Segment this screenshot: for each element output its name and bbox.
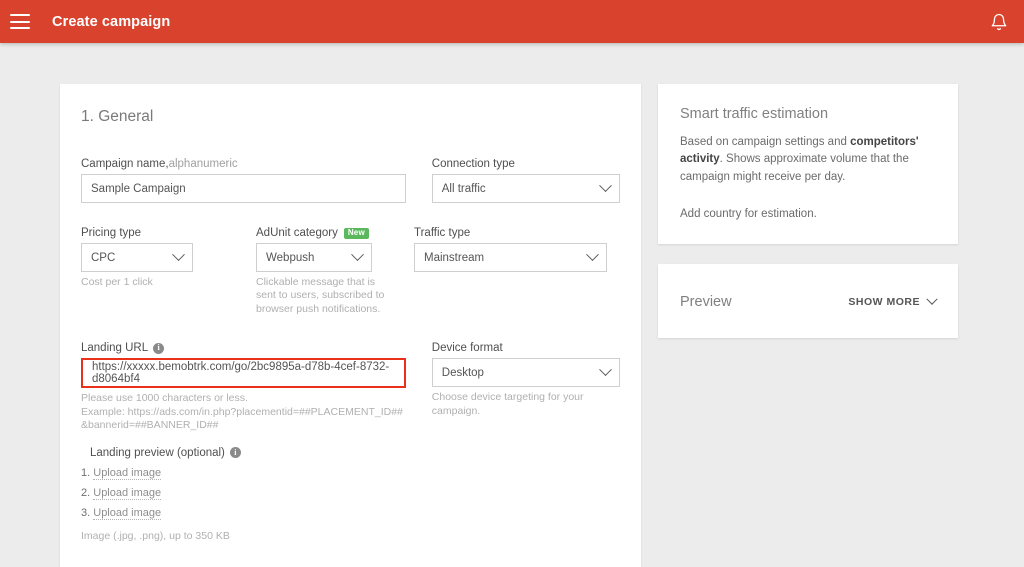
chevron-down-icon [172,248,185,262]
estimation-description: Based on campaign settings and competito… [680,134,936,186]
page-content: 1. General Campaign name, alphanumeric S… [0,43,1024,567]
new-badge: New [343,227,369,239]
traffic-type-label: Traffic type [414,227,471,239]
adunit-category-hint: Clickable message that is sent to users,… [256,276,385,315]
bell-icon[interactable] [986,9,1012,35]
traffic-type-select[interactable]: Mainstream [414,243,607,272]
landing-url-hint-line2: Example: https://ads.com/in.php?placemen… [81,405,403,418]
sidebar: Smart traffic estimation Based on campai… [658,84,958,338]
campaign-name-input[interactable]: Sample Campaign [81,174,406,203]
pricing-type-label: Pricing type [81,227,142,239]
traffic-type-value: Mainstream [424,251,485,264]
preview-title: Preview [680,293,732,310]
hamburger-menu-icon[interactable] [10,14,30,29]
info-icon[interactable]: i [153,342,165,354]
landing-url-input[interactable]: https://xxxxx.bemobtrk.com/go/2bc9895a-d… [81,358,406,389]
campaign-name-label: Campaign name, alphanumeric [81,158,406,170]
chevron-down-icon [351,248,364,262]
adunit-category-label: AdUnit category New [256,227,372,239]
landing-url-hint-line3: &bannerid=##BANNER_ID## [81,419,219,432]
device-format-select[interactable]: Desktop [431,358,620,388]
estimation-text-part1: Based on campaign settings and [680,136,851,148]
chevron-down-icon [586,248,599,262]
section-title: 1. General [81,108,154,125]
pricing-type-value: CPC [91,251,116,264]
estimation-title: Smart traffic estimation [680,106,829,122]
landing-url-hint: Please use 1000 characters or less. Exam… [81,392,406,432]
upload-image-link-3[interactable]: Upload image [93,506,162,520]
landing-url-label: Landing URL i [81,342,406,354]
adunit-category-select[interactable]: Webpush [256,243,372,272]
landing-url-field: Landing URL i https://xxxxx.bemobtrk.com… [81,342,406,432]
page-title: Create campaign [52,13,171,30]
device-format-field: Device format Desktop Choose device targ… [431,342,620,432]
landing-preview-label: Landing preview (optional) i [81,447,620,459]
app-header: Create campaign [0,0,1024,43]
smart-traffic-estimation-card: Smart traffic estimation Based on campai… [658,84,958,244]
landing-preview-label-text: Landing preview (optional) [90,446,225,459]
device-format-label: Device format [431,342,503,355]
upload-image-link-1[interactable]: Upload image [93,466,162,480]
list-item: 2. Upload image [81,486,620,500]
landing-url-label-text: Landing URL [81,342,149,355]
list-item: 3. Upload image [81,506,620,520]
upload-index: 3. [81,506,91,519]
list-item: 1. Upload image [81,466,620,480]
connection-type-field: Connection type All traffic [431,158,620,203]
show-more-label: SHOW MORE [848,295,920,308]
preview-card: Preview SHOW MORE [658,263,958,338]
info-icon[interactable]: i [229,447,241,459]
adunit-category-field: AdUnit category New Webpush Clickable me… [256,227,384,316]
general-section-card: 1. General Campaign name, alphanumeric S… [60,84,641,567]
adunit-category-value: Webpush [266,251,315,264]
pricing-type-hint: Cost per 1 click [81,276,153,288]
device-format-hint: Choose device targeting for your campaig… [431,391,584,417]
chevron-down-icon [926,293,938,305]
show-more-button[interactable]: SHOW MORE [848,293,938,308]
adunit-category-label-text: AdUnit category [256,227,338,239]
chevron-down-icon [599,363,612,377]
upload-index: 1. [81,466,91,479]
chevron-down-icon [599,179,612,193]
traffic-type-field: Traffic type Mainstream [414,227,607,316]
preview-row: Preview SHOW MORE [680,286,938,318]
connection-type-select[interactable]: All traffic [431,174,620,203]
connection-type-label: Connection type [431,158,515,170]
campaign-name-field: Campaign name, alphanumeric Sample Campa… [81,158,406,203]
campaign-name-label-muted: alphanumeric [168,158,238,170]
campaign-name-label-text: Campaign name, [81,158,169,170]
pricing-type-select[interactable]: CPC [81,243,193,272]
estimation-note: Add country for estimation. [680,208,817,221]
connection-type-value: All traffic [441,182,486,195]
pricing-type-field: Pricing type CPC Cost per 1 click [81,227,193,316]
upload-image-link-2[interactable]: Upload image [93,486,162,500]
landing-url-hint-line1: Please use 1000 characters or less. [81,392,248,405]
general-form: Campaign name, alphanumeric Sample Campa… [60,158,641,567]
upload-index: 2. [81,486,91,499]
landing-preview-group: Landing preview (optional) i 1. Upload i… [81,447,620,543]
landing-preview-hint: Image (.jpg, .png), up to 350 KB [81,529,230,542]
device-format-value: Desktop [441,366,484,379]
